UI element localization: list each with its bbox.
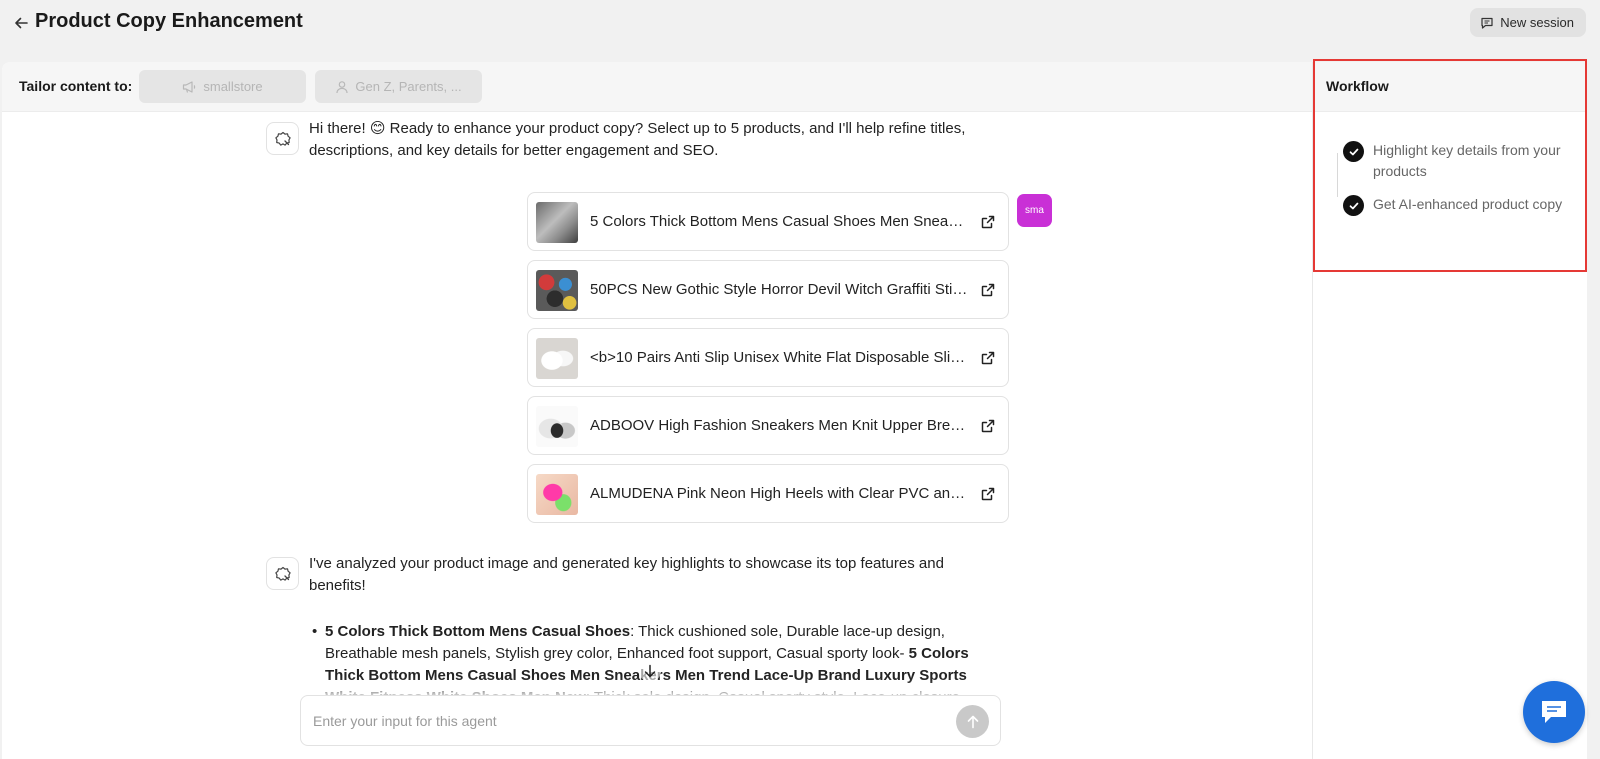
open-product-button[interactable] xyxy=(978,348,998,368)
chat-bubble-icon xyxy=(1481,17,1493,29)
bot-icon xyxy=(274,131,291,146)
product-thumbnail xyxy=(536,338,578,379)
external-link-icon xyxy=(981,487,995,501)
user-avatar: sma xyxy=(1017,194,1052,227)
tailor-bar: Tailor content to: smallstore Gen Z, Par… xyxy=(2,62,1312,112)
open-product-button[interactable] xyxy=(978,280,998,300)
arrow-down-icon xyxy=(644,664,656,678)
product-card[interactable]: ADBOOV High Fashion Sneakers Men Knit Up… xyxy=(527,396,1009,455)
product-title: 50PCS New Gothic Style Horror Devil Witc… xyxy=(590,281,968,298)
new-session-button[interactable]: New session xyxy=(1470,8,1586,37)
product-card[interactable]: 5 Colors Thick Bottom Mens Casual Shoes … xyxy=(527,192,1009,251)
external-link-icon xyxy=(981,419,995,433)
tailor-label: Tailor content to: xyxy=(19,78,133,94)
store-selector[interactable]: smallstore xyxy=(139,70,306,103)
message-input[interactable] xyxy=(313,710,933,732)
chat-icon xyxy=(1542,701,1566,723)
workflow-header: Workflow xyxy=(1313,62,1587,112)
external-link-icon xyxy=(981,215,995,229)
bot-avatar xyxy=(266,122,299,155)
external-link-icon xyxy=(981,351,995,365)
product-card[interactable]: 50PCS New Gothic Style Horror Devil Witc… xyxy=(527,260,1009,319)
product-title: 5 Colors Thick Bottom Mens Casual Shoes … xyxy=(590,213,968,230)
back-button[interactable] xyxy=(8,10,34,36)
bot-avatar xyxy=(266,557,299,590)
megaphone-icon xyxy=(183,80,196,93)
analysis-message: I've analyzed your product image and gen… xyxy=(309,555,944,594)
send-button[interactable] xyxy=(956,705,989,738)
workflow-step-label: Highlight key details from your products xyxy=(1373,142,1561,179)
audience-value: Gen Z, Parents, ... xyxy=(355,79,462,94)
product-thumbnail xyxy=(536,202,578,243)
check-circle-icon xyxy=(1343,195,1364,216)
workflow-connector xyxy=(1337,153,1338,197)
product-thumbnail xyxy=(536,270,578,311)
product-title: ADBOOV High Fashion Sneakers Men Knit Up… xyxy=(590,417,968,434)
workflow-panel: Workflow Highlight key details from your… xyxy=(1313,62,1587,759)
support-chat-button[interactable] xyxy=(1523,681,1585,743)
top-bar: Product Copy Enhancement New session xyxy=(0,0,1600,46)
highlight-title: 5 Colors Thick Bottom Mens Casual Shoes xyxy=(325,623,631,640)
intro-message: Hi there! 😊 Ready to enhance your produc… xyxy=(309,120,966,159)
audience-selector[interactable]: Gen Z, Parents, ... xyxy=(315,70,482,103)
open-product-button[interactable] xyxy=(978,484,998,504)
product-card[interactable]: ALMUDENA Pink Neon High Heels with Clear… xyxy=(527,464,1009,523)
bot-icon xyxy=(274,566,291,581)
product-title: <b>10 Pairs Anti Slip Unisex White Flat … xyxy=(590,349,968,366)
external-link-icon xyxy=(981,283,995,297)
page-title: Product Copy Enhancement xyxy=(35,10,303,32)
chat-panel: Tailor content to: smallstore Gen Z, Par… xyxy=(2,62,1313,759)
store-name: smallstore xyxy=(203,79,263,94)
workflow-title: Workflow xyxy=(1326,78,1389,94)
scroll-to-bottom-button[interactable] xyxy=(639,660,661,682)
open-product-button[interactable] xyxy=(978,416,998,436)
new-session-label: New session xyxy=(1500,15,1574,30)
product-card[interactable]: <b>10 Pairs Anti Slip Unisex White Flat … xyxy=(527,328,1009,387)
workflow-step-label: Get AI-enhanced product copy xyxy=(1373,196,1563,212)
arrow-up-icon xyxy=(967,715,978,728)
person-icon xyxy=(336,80,348,93)
product-thumbnail xyxy=(536,474,578,515)
message-composer xyxy=(300,695,1001,746)
open-product-button[interactable] xyxy=(978,212,998,232)
check-circle-icon xyxy=(1343,141,1364,162)
product-thumbnail xyxy=(536,406,578,447)
arrow-left-icon xyxy=(15,17,28,29)
product-title: ALMUDENA Pink Neon High Heels with Clear… xyxy=(590,485,968,502)
